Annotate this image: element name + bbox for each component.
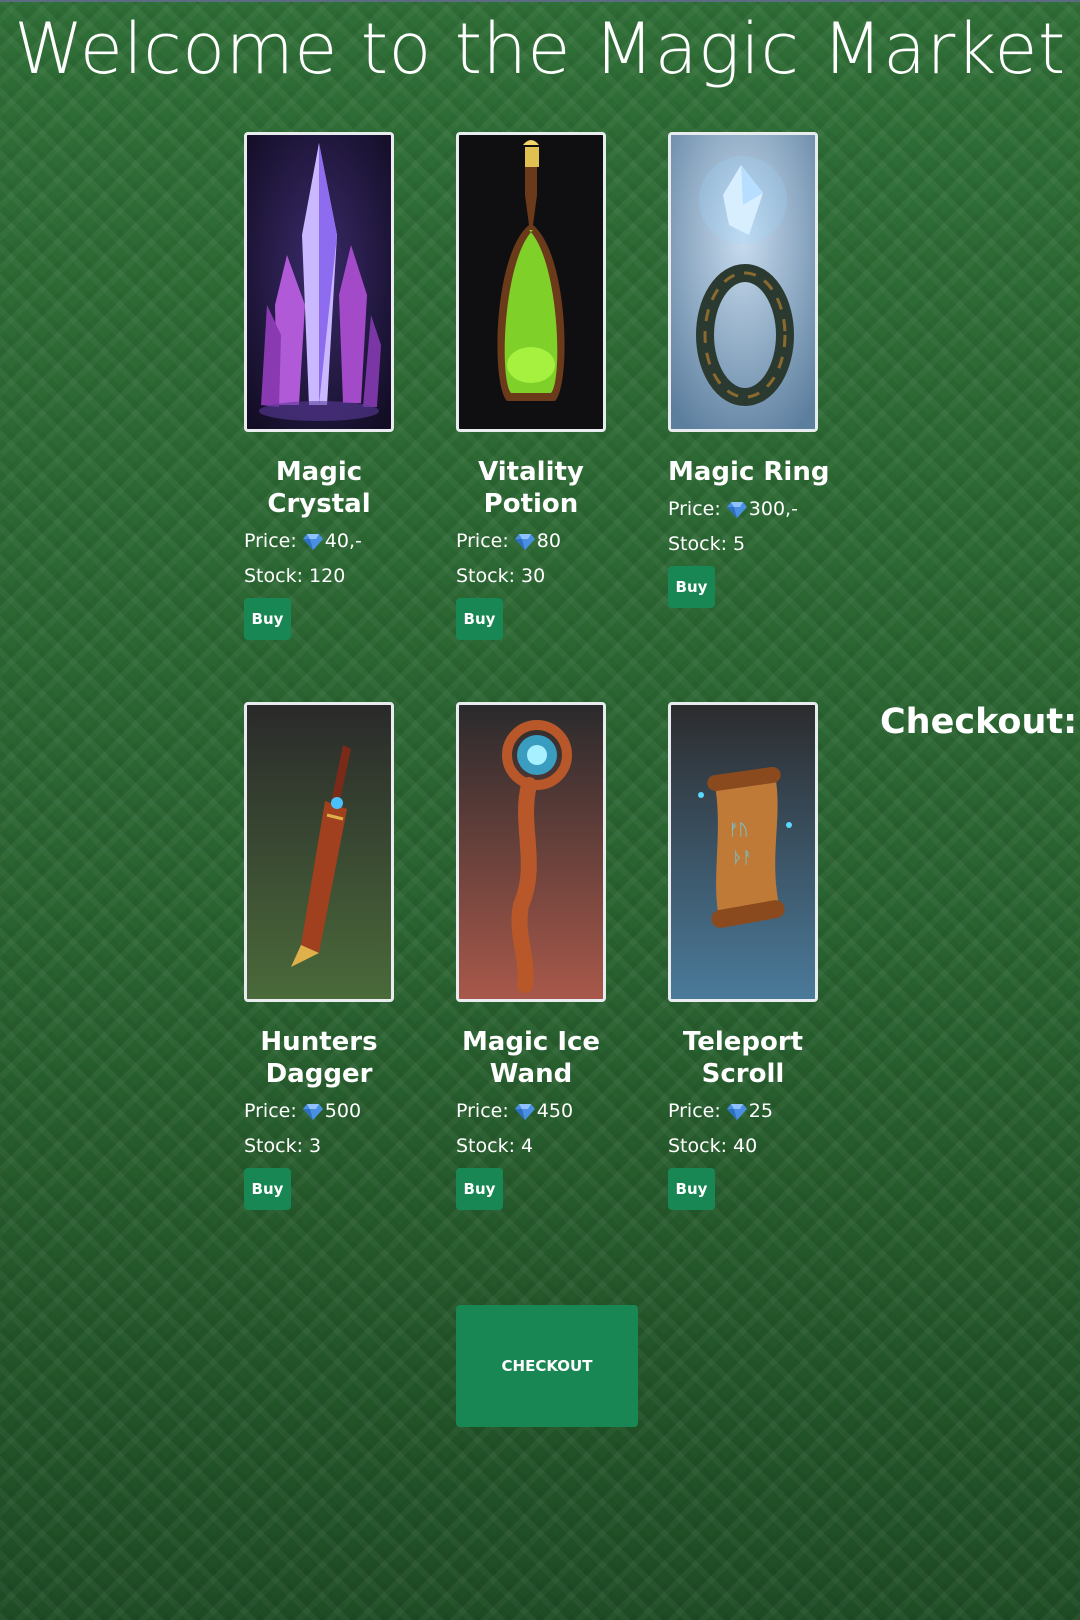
price-line: Price: 500 — [244, 1094, 394, 1129]
product-image — [244, 132, 394, 432]
price-value: 500 — [324, 1100, 362, 1122]
product-name: Vitality Potion — [478, 457, 584, 519]
stock-line: Stock: 40 — [668, 1135, 758, 1157]
product-name: Magic Ring — [668, 457, 830, 487]
svg-text:ᚠᚢ: ᚠᚢ — [729, 820, 748, 839]
diamond-icon — [726, 1104, 747, 1120]
stock-line: Stock: 30 — [456, 565, 546, 587]
product-image — [668, 132, 818, 432]
price-value: 40,- — [324, 530, 362, 552]
product-card-magic-crystal: Magic Crystal Price: 40,- Stock: 120 Buy — [244, 132, 394, 640]
price-line: Price: 450 — [456, 1094, 606, 1129]
diamond-icon — [514, 534, 535, 550]
checkout-button[interactable]: CHECKOUT — [456, 1305, 638, 1427]
product-card-magic-ring: Magic Ring Price: 300,- Stock: 5 Buy — [668, 132, 830, 608]
page-title: Welcome to the Magic Market — [14, 8, 1066, 90]
buy-button[interactable]: Buy — [668, 1168, 715, 1210]
price-value: 80 — [536, 530, 561, 552]
product-image — [456, 702, 606, 1002]
product-name: Magic Crystal — [267, 457, 371, 519]
product-name: Magic Ice Wand — [461, 1027, 601, 1089]
price-line: Price: 40,- — [244, 524, 394, 559]
green-potion-icon — [459, 135, 603, 429]
purple-crystal-icon — [247, 135, 391, 429]
stock-line: Stock: 5 — [668, 533, 746, 555]
diamond-icon — [302, 1104, 323, 1120]
product-name: Teleport Scroll — [682, 1027, 804, 1089]
buy-button[interactable]: Buy — [668, 566, 715, 608]
product-image — [244, 702, 394, 1002]
price-line: Price: 25 — [668, 1094, 818, 1129]
product-image: ᚠᚢ ᚦᚨ — [668, 702, 818, 1002]
product-card-magic-ice-wand: Magic Ice Wand Price: 450 Stock: 4 Buy — [456, 702, 606, 1210]
price-label: Price: — [244, 530, 297, 552]
product-name: Hunters Dagger — [260, 1027, 378, 1089]
buy-button[interactable]: Buy — [456, 1168, 503, 1210]
top-border — [0, 0, 1080, 2]
price-value: 300,- — [748, 498, 798, 520]
product-image — [456, 132, 606, 432]
price-label: Price: — [668, 498, 721, 520]
diamond-icon — [514, 1104, 535, 1120]
price-line: Price: 300,- — [668, 492, 818, 527]
price-label: Price: — [668, 1100, 721, 1122]
price-line: Price: 80 — [456, 524, 606, 559]
product-card-vitality-potion: Vitality Potion Price: 80 Stock: 30 Buy — [456, 132, 606, 640]
diamond-icon — [726, 502, 747, 518]
buy-button[interactable]: Buy — [244, 1168, 291, 1210]
price-value: 450 — [536, 1100, 574, 1122]
diamond-icon — [302, 534, 323, 550]
price-label: Price: — [456, 530, 509, 552]
stock-line: Stock: 4 — [456, 1135, 534, 1157]
stock-line: Stock: 120 — [244, 565, 346, 587]
rune-scroll-icon: ᚠᚢ ᚦᚨ — [671, 705, 815, 999]
dagger-icon — [247, 705, 391, 999]
product-card-teleport-scroll: ᚠᚢ ᚦᚨ Teleport Scroll Price: 25 Stock: 40… — [668, 702, 818, 1210]
buy-button[interactable]: Buy — [244, 598, 291, 640]
gem-ring-icon — [671, 135, 815, 429]
price-label: Price: — [244, 1100, 297, 1122]
buy-button[interactable]: Buy — [456, 598, 503, 640]
price-label: Price: — [456, 1100, 509, 1122]
stock-line: Stock: 3 — [244, 1135, 322, 1157]
svg-text:ᚦᚨ: ᚦᚨ — [733, 848, 752, 867]
price-value: 25 — [748, 1100, 773, 1122]
checkout-heading: Checkout: — [880, 702, 1078, 742]
ice-wand-icon — [459, 705, 603, 999]
product-card-hunters-dagger: Hunters Dagger Price: 500 Stock: 3 Buy — [244, 702, 394, 1210]
